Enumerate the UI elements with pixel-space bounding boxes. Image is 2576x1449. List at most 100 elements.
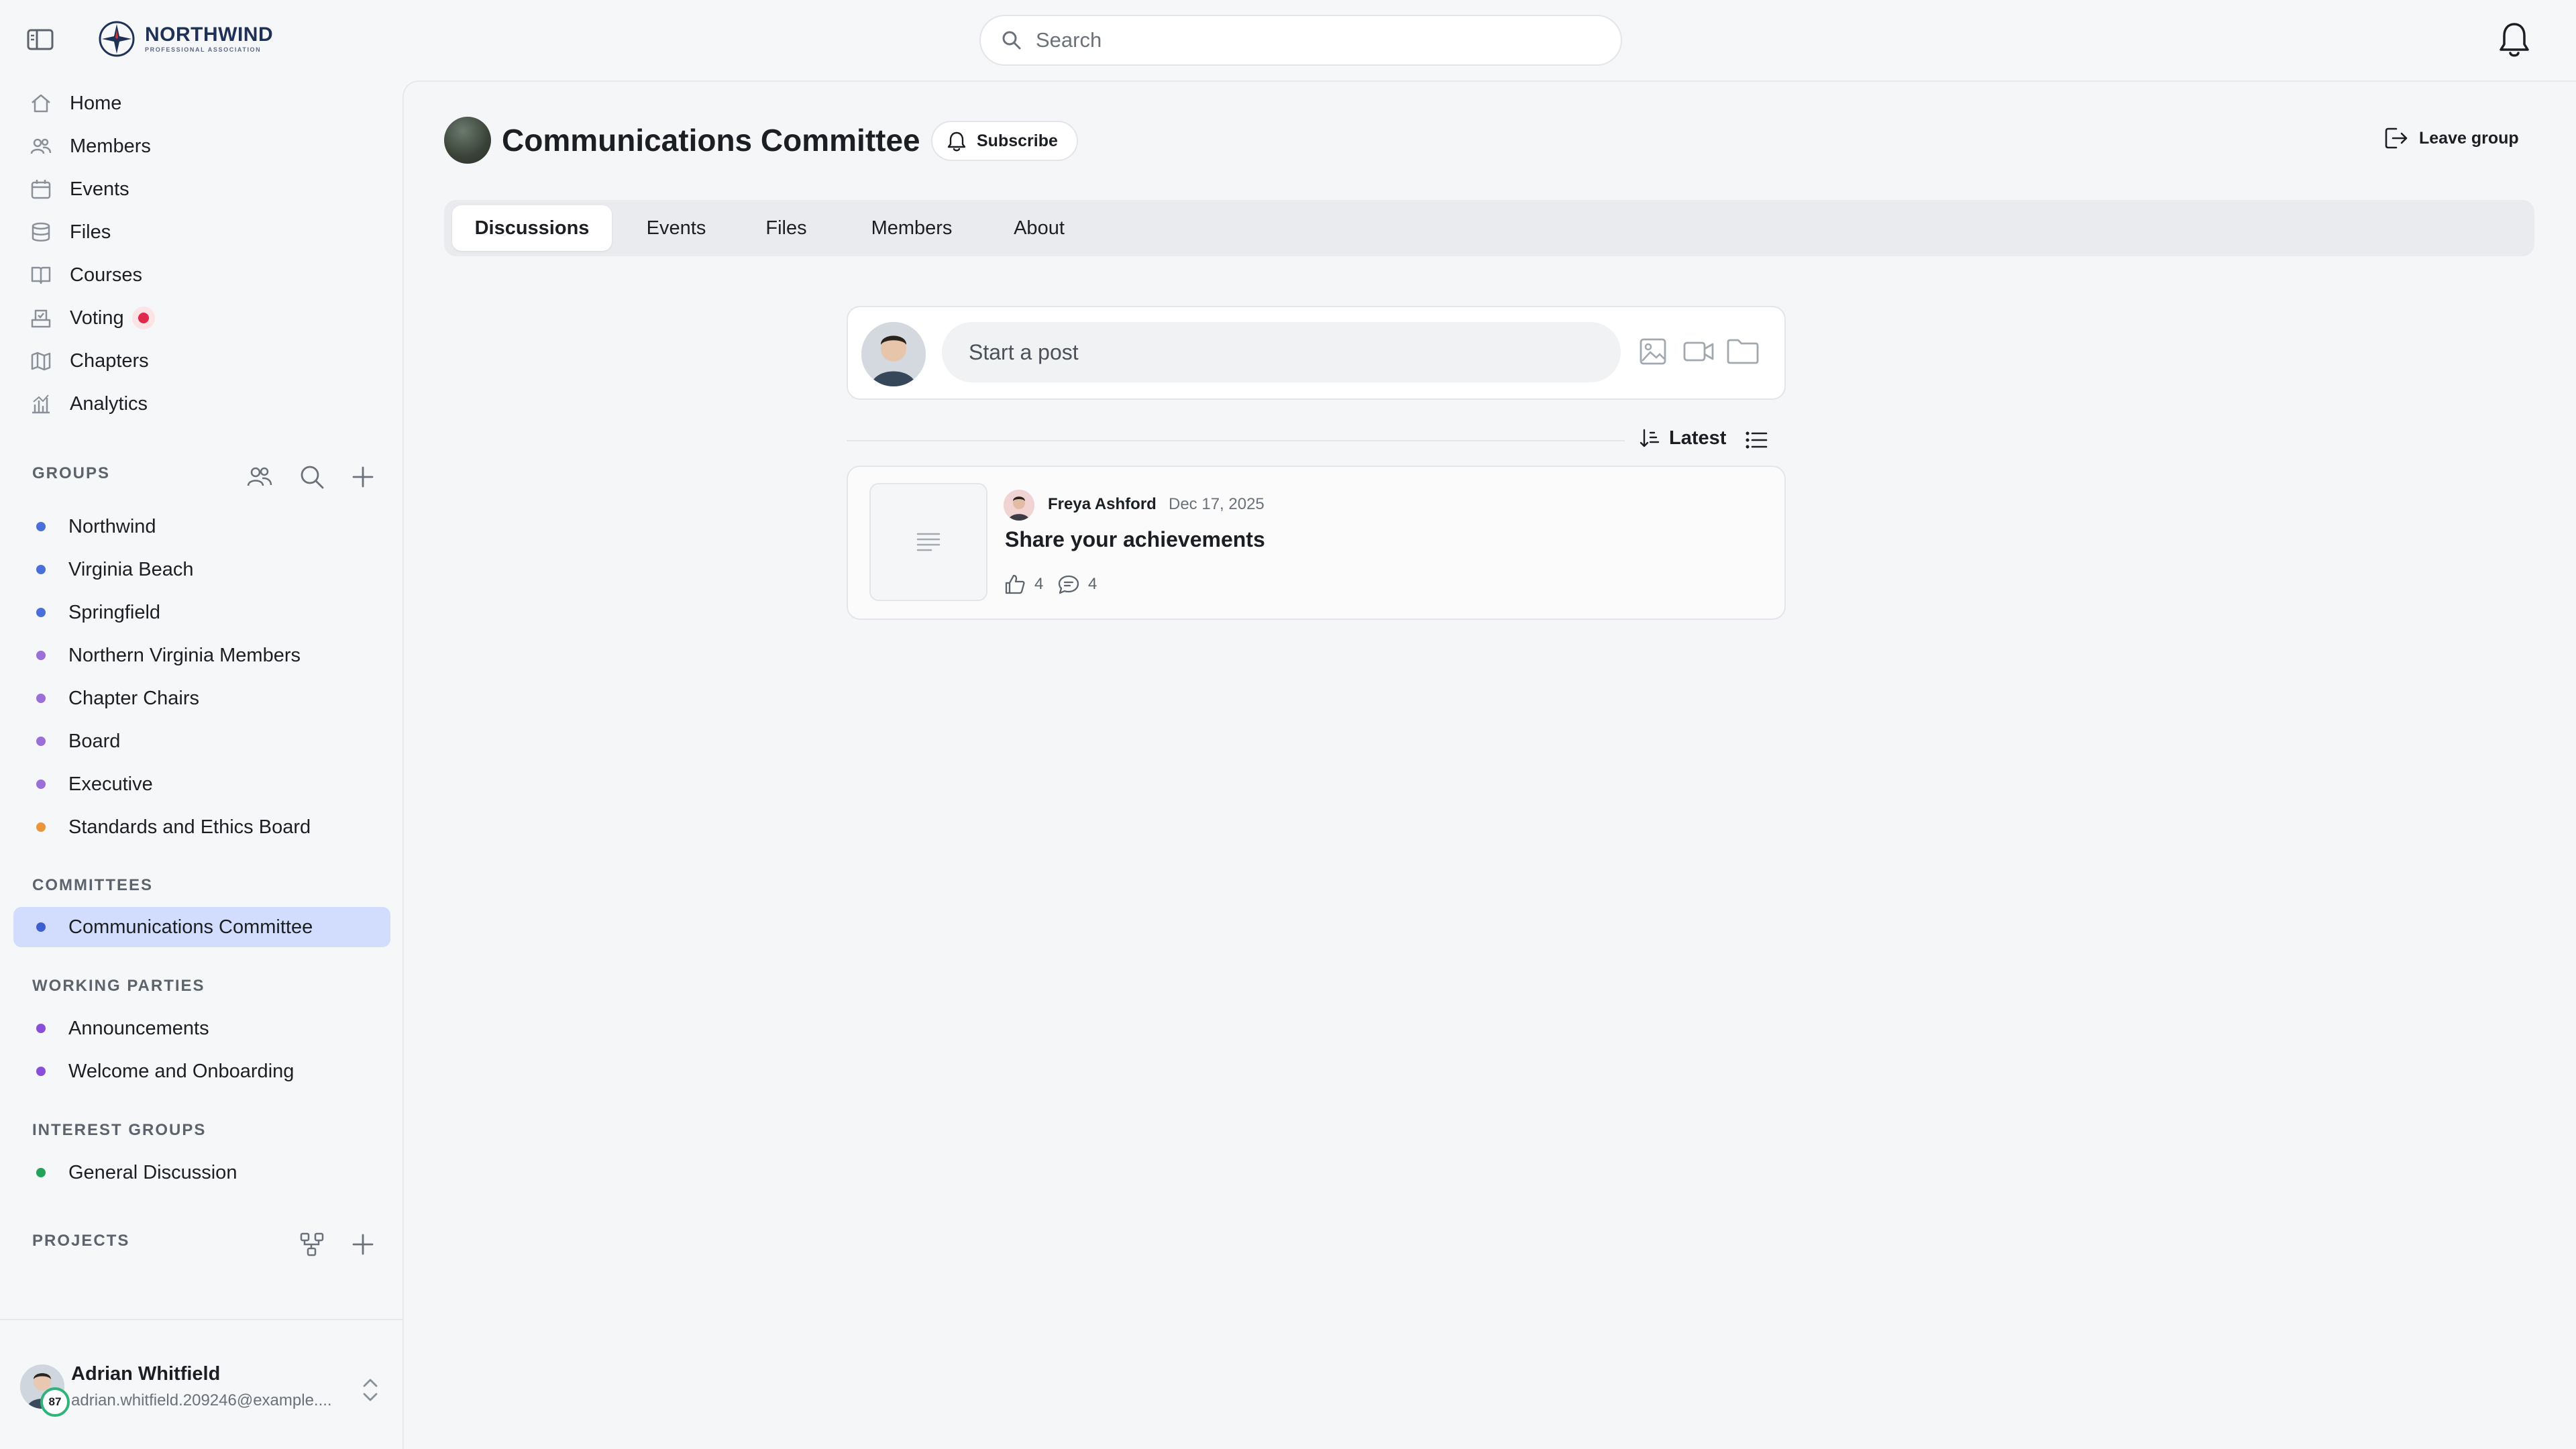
video-icon[interactable] xyxy=(1680,333,1717,370)
chevron-up-down-icon[interactable] xyxy=(360,1375,381,1405)
group-label: General Discussion xyxy=(68,1161,237,1183)
post-date: Dec 17, 2025 xyxy=(1169,495,1265,513)
bell-icon xyxy=(947,131,966,152)
image-icon[interactable] xyxy=(1634,333,1672,370)
interest-groups-section-title: INTEREST GROUPS xyxy=(32,1121,207,1139)
group-label: Communications Committee xyxy=(68,916,313,938)
group-label: Standards and Ethics Board xyxy=(68,816,311,838)
tab-files[interactable]: Files xyxy=(737,205,836,251)
interest-group-item[interactable]: General Discussion xyxy=(13,1152,390,1193)
folder-icon[interactable] xyxy=(1724,333,1762,370)
post-title[interactable]: Share your achievements xyxy=(1005,527,1265,552)
group-label: Executive xyxy=(68,773,153,795)
tab-about[interactable]: About xyxy=(987,205,1091,251)
home-icon xyxy=(32,94,50,113)
leave-group-button[interactable]: Leave group xyxy=(2383,123,2519,153)
nav-item-label: Voting xyxy=(70,307,124,329)
post-author[interactable]: Freya Ashford xyxy=(1048,495,1157,514)
composer-avatar xyxy=(861,322,926,386)
app-root: NORTHWIND PROFESSIONAL ASSOCIATION Home … xyxy=(0,0,2576,1449)
post-comments[interactable]: 4 xyxy=(1057,573,1097,596)
nav-item-courses[interactable]: Courses xyxy=(30,256,142,294)
browse-groups-icon[interactable] xyxy=(246,463,274,491)
notifications-bell-icon[interactable] xyxy=(2497,20,2532,59)
group-color-dot xyxy=(36,822,46,832)
brand-name: NORTHWIND xyxy=(145,23,274,46)
group-color-dot xyxy=(36,1168,46,1177)
group-color-dot xyxy=(36,780,46,789)
compass-logo-icon xyxy=(99,21,135,57)
group-color-dot xyxy=(36,922,46,932)
subscribe-button[interactable]: Subscribe xyxy=(931,121,1078,161)
group-avatar xyxy=(444,117,491,164)
user-menu[interactable]: 87 Adrian Whitfield adrian.whitfield.209… xyxy=(20,1358,389,1425)
tab-discussions[interactable]: Discussions xyxy=(452,205,612,251)
start-post-input[interactable]: Start a post xyxy=(942,322,1621,382)
users-icon xyxy=(30,138,52,154)
nav-item-home[interactable]: Home xyxy=(30,85,121,122)
nav-item-label: Courses xyxy=(70,264,142,286)
project-tree-icon[interactable] xyxy=(298,1230,326,1258)
nav-item-analytics[interactable]: Analytics xyxy=(30,385,148,423)
comments-count: 4 xyxy=(1088,575,1097,593)
group-item[interactable]: Springfield xyxy=(13,592,390,633)
projects-section-title: PROJECTS xyxy=(32,1232,130,1250)
post-composer: Start a post xyxy=(847,306,1786,400)
group-item[interactable]: Board xyxy=(13,721,390,761)
list-view-icon[interactable] xyxy=(1743,427,1770,453)
post-likes[interactable]: 4 xyxy=(1004,573,1043,596)
group-color-dot xyxy=(36,694,46,703)
ballot-icon xyxy=(31,309,51,328)
add-project-icon[interactable] xyxy=(349,1230,377,1258)
working-parties-section-title: WORKING PARTIES xyxy=(32,977,205,995)
group-color-dot xyxy=(36,608,46,617)
sort-latest-button[interactable]: Latest xyxy=(1638,427,1726,449)
nav-item-label: Chapters xyxy=(70,350,149,372)
working-party-item[interactable]: Announcements xyxy=(13,1008,390,1049)
post-thumbnail xyxy=(869,483,987,601)
group-label: Welcome and Onboarding xyxy=(68,1060,294,1082)
group-item[interactable]: Virginia Beach xyxy=(13,549,390,590)
group-item[interactable]: Northern Virginia Members xyxy=(13,635,390,676)
brand-logo[interactable]: NORTHWIND PROFESSIONAL ASSOCIATION xyxy=(98,20,273,58)
nav-item-events[interactable]: Events xyxy=(30,170,129,208)
search-box[interactable] xyxy=(979,15,1622,66)
nav-item-label: Home xyxy=(70,92,122,114)
search-input[interactable] xyxy=(1036,28,1572,52)
sidebar: Home Members Events Files Courses Voting… xyxy=(0,80,402,1449)
group-item[interactable]: Executive xyxy=(13,764,390,804)
nav-item-files[interactable]: Files xyxy=(30,213,111,251)
group-color-dot xyxy=(36,651,46,660)
tab-events[interactable]: Events xyxy=(620,205,733,251)
nav-item-label: Events xyxy=(70,178,129,200)
book-icon xyxy=(31,266,51,284)
group-tabs: Discussions Events Files Members About xyxy=(444,200,2534,256)
text-lines-icon xyxy=(916,533,941,551)
working-party-item[interactable]: Welcome and Onboarding xyxy=(13,1051,390,1091)
sort-label: Latest xyxy=(1669,427,1727,449)
group-item[interactable]: Chapter Chairs xyxy=(13,678,390,718)
thumbs-up-icon xyxy=(1005,574,1025,594)
search-groups-icon[interactable] xyxy=(298,463,326,491)
search-icon xyxy=(1002,31,1021,50)
group-label: Chapter Chairs xyxy=(68,687,200,709)
sidebar-toggle-icon[interactable] xyxy=(27,28,54,51)
leave-group-label: Leave group xyxy=(2419,128,2519,148)
add-group-icon[interactable] xyxy=(349,463,377,491)
nav-item-chapters[interactable]: Chapters xyxy=(30,342,149,380)
user-email: adrian.whitfield.209246@example.... xyxy=(71,1391,332,1409)
group-label: Virginia Beach xyxy=(68,558,194,580)
group-item[interactable]: Standards and Ethics Board xyxy=(13,807,390,847)
committee-item-active[interactable]: Communications Committee xyxy=(13,907,390,947)
post-card[interactable]: Freya Ashford Dec 17, 2025 Share your ac… xyxy=(847,466,1786,620)
group-color-dot xyxy=(36,737,46,746)
main-panel: Communications Committee Subscribe Leave… xyxy=(402,80,2576,1449)
chart-icon xyxy=(32,394,50,414)
group-label: Board xyxy=(68,730,121,752)
voting-alert-badge xyxy=(131,307,155,329)
map-icon xyxy=(31,352,51,371)
tab-members[interactable]: Members xyxy=(840,205,983,251)
nav-item-members[interactable]: Members xyxy=(30,127,151,165)
nav-item-voting[interactable]: Voting xyxy=(30,299,155,337)
group-item[interactable]: Northwind xyxy=(13,506,390,547)
